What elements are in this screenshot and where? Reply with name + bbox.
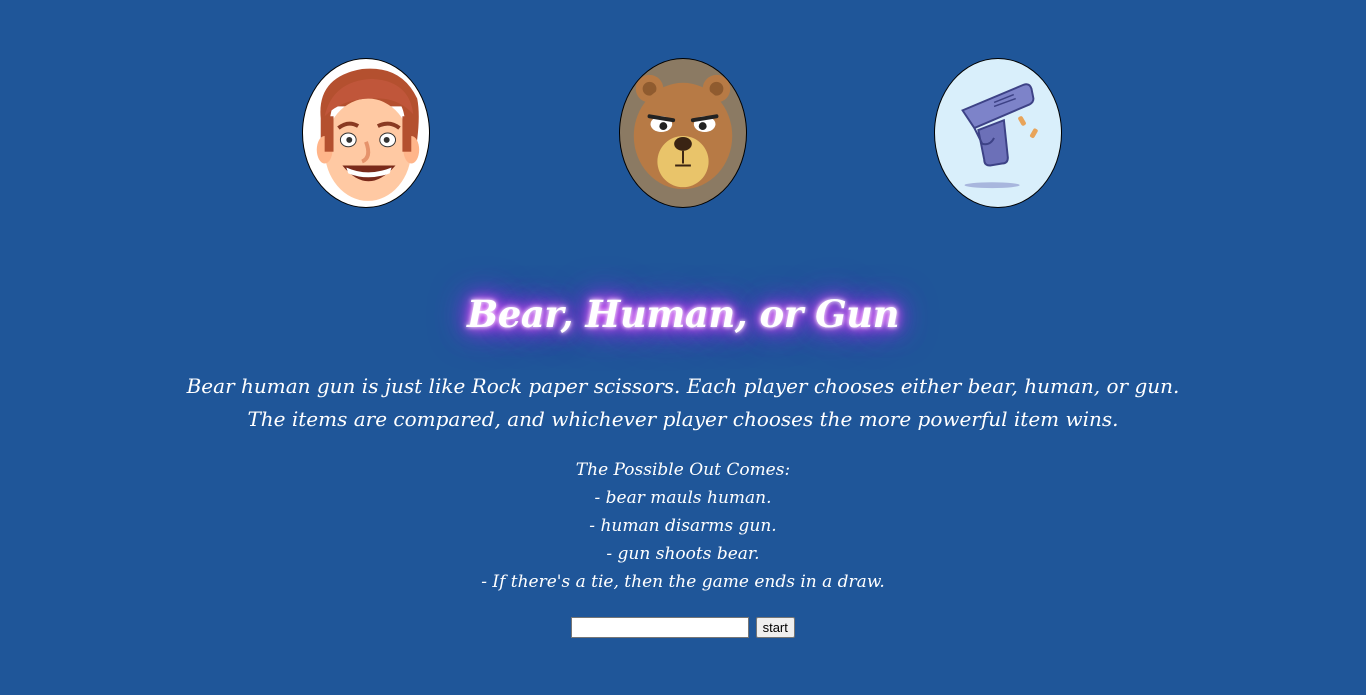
start-button[interactable]: start [755, 617, 795, 638]
description-line: The items are compared, and whichever pl… [247, 407, 1119, 431]
bear-face-icon [633, 74, 733, 190]
outcomes-heading: The Possible Out Comes: [575, 460, 791, 480]
description-line: Bear human gun is just like Rock paper s… [186, 374, 1180, 398]
outcome-item: - If there's a tie, then the game ends i… [481, 572, 885, 592]
bear-avatar [619, 58, 747, 208]
outcome-item: - gun shoots bear. [606, 544, 760, 564]
human-avatar [302, 58, 430, 208]
outcomes-list: The Possible Out Comes: - bear mauls hum… [0, 456, 1366, 596]
game-description: Bear human gun is just like Rock paper s… [0, 370, 1366, 436]
human-face-icon [316, 68, 420, 201]
outcome-item: - bear mauls human. [594, 488, 772, 508]
controls: start [0, 617, 1366, 638]
pistol-icon [961, 83, 1038, 189]
outcome-item: - human disarms gun. [589, 516, 777, 536]
choice-input[interactable] [571, 617, 750, 638]
gun-avatar [934, 58, 1062, 208]
page-title: Bear, Human, or Gun [467, 292, 899, 336]
page: Bear, Human, or Gun Bear human gun is ju… [0, 0, 1366, 695]
